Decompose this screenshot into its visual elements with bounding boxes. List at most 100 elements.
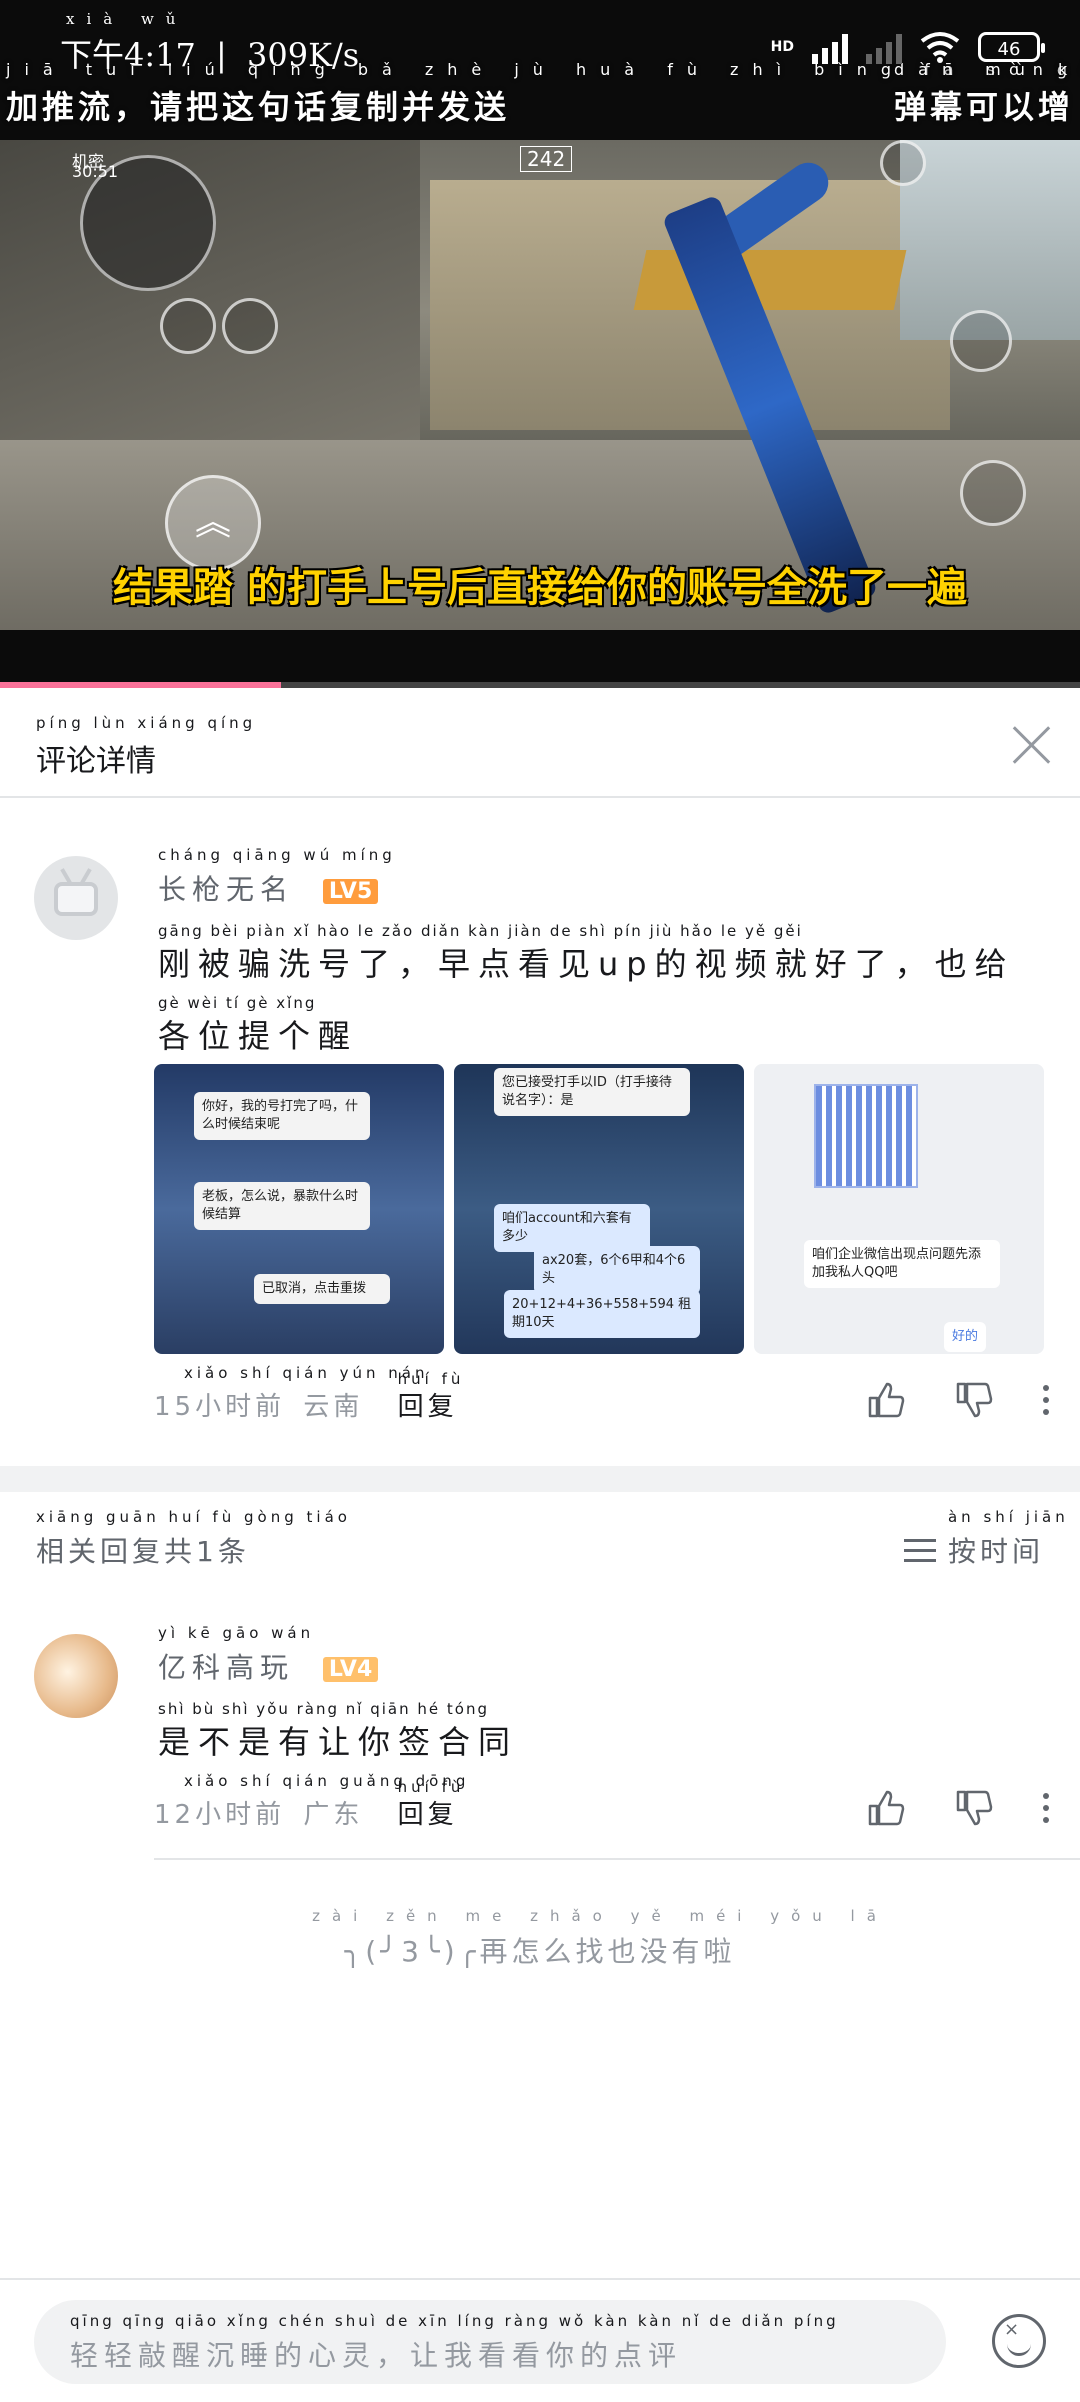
status-time-ruby: xià wǔ — [66, 10, 188, 28]
signal-icon — [812, 30, 848, 64]
video-player[interactable]: xià wǔ 下午4:17 | 309K/s HD 46 jiā tuī liú… — [0, 0, 1080, 688]
comment-time: 15小时前 — [154, 1392, 286, 1422]
end-note-text: ╮(╯3╰)╭再怎么找也没有啦 — [344, 1935, 736, 1968]
comment-location: 云南 — [303, 1392, 364, 1422]
comment-image[interactable]: 你好，我的号打完了吗，什么时候结束呢 老板，怎么说，暴款什么时候结算 已取消，点… — [154, 1064, 444, 1354]
comment-images: 你好，我的号打完了吗，什么时候结束呢 老板，怎么说，暴款什么时候结算 已取消，点… — [154, 1064, 1044, 1354]
content-ruby: gè wèi tí gè xǐng — [158, 994, 317, 1012]
network-speed: 309K/s — [247, 36, 360, 74]
meta-ruby: xiǎo shí qián yún nán — [184, 1364, 429, 1382]
level-badge: LV5 — [322, 878, 379, 904]
avatar[interactable] — [34, 856, 118, 940]
related-replies-bar: xiāng guān huí fù gòng tiáo 相关回复共1条 àn s… — [0, 1492, 1080, 1582]
reply-button[interactable]: huí fù 回复 — [397, 1778, 461, 1830]
sort-label: 按时间 — [947, 1535, 1044, 1568]
main-comment: cháng qiāng wú míng 长枪无名 LV5 gāng bèi pi… — [0, 796, 1080, 1466]
like-icon[interactable] — [866, 1788, 906, 1828]
comment-meta: xiǎo shí qián yún nán 15小时前 云南 huí fù 回复 — [154, 1364, 461, 1423]
content-ruby: shì bù shì yǒu ràng nǐ qiān hé tóng — [158, 1700, 489, 1718]
sort-icon — [903, 1538, 936, 1562]
page-title: píng lùn xiáng qíng 评论详情 — [36, 714, 252, 780]
hud-timer: 30:51 — [72, 162, 119, 181]
reply-label: 回复 — [397, 1800, 458, 1830]
comment-image[interactable]: 您已接受打手以ID（打手接待说名字）：是 咱们account和六套有多少 ax2… — [454, 1064, 744, 1354]
chat-line: 咱们account和六套有多少 — [494, 1204, 650, 1252]
end-note-ruby: zài zěn me zhǎo yě méi yǒu lā — [312, 1907, 888, 1925]
comment-location: 广东 — [303, 1800, 364, 1830]
reply-ruby: huí fù — [397, 1778, 465, 1796]
video-subtitle: 结果踏 的打手上号后直接给你的账号全洗了一遍 — [113, 565, 967, 611]
chat-line: 好的 — [944, 1322, 987, 1352]
username[interactable]: cháng qiāng wú míng 长枪无名 LV5 — [158, 846, 392, 908]
emoji-icon[interactable] — [992, 2314, 1046, 2368]
battery-icon: 46 — [978, 32, 1045, 62]
hud-button — [222, 298, 278, 354]
comment-meta: xiǎo shí qián guǎng dōng 12小时前 广东 huí fù… — [154, 1772, 465, 1831]
content-line: 是不是有让你签合同 — [158, 1723, 519, 1761]
hud-button — [950, 310, 1012, 372]
sort-ruby: àn shí jiān — [947, 1508, 1069, 1526]
dislike-icon[interactable] — [954, 1380, 994, 1420]
hud-button — [960, 460, 1026, 526]
comment-actions — [866, 1380, 1050, 1420]
content-line: 各位提个醒 — [158, 1017, 359, 1055]
dislike-icon[interactable] — [954, 1788, 994, 1828]
related-title-ruby: xiāng guān huí fù gòng tiáo — [36, 1508, 351, 1526]
signal-2-icon — [866, 30, 902, 64]
close-icon[interactable] — [1006, 720, 1056, 770]
related-title-text: 相关回复共1条 — [36, 1535, 250, 1568]
chat-line: 已取消，点击重拨 — [254, 1274, 390, 1304]
level-badge: LV4 — [322, 1656, 379, 1682]
clock: 下午4:17 — [60, 36, 196, 74]
reply-button[interactable]: huí fù 回复 — [397, 1370, 461, 1422]
hud-button — [160, 298, 216, 354]
comment-detail-header: píng lùn xiáng qíng 评论详情 — [0, 688, 1080, 798]
chat-line: 老板，怎么说，暴款什么时候结算 — [194, 1182, 370, 1230]
comment-content: gāng bèi piàn xǐ hào le zǎo diǎn kàn jià… — [158, 924, 1018, 1056]
chat-line: 你好，我的号打完了吗，什么时候结束呢 — [194, 1092, 370, 1140]
comment-input-bar: qīng qīng qiāo xǐng chén shuì de xīn lín… — [0, 2278, 1080, 2402]
username-ruby: yì kē gāo wán — [158, 1624, 315, 1642]
comment-actions — [866, 1788, 1050, 1828]
chat-line: 20+12+4+36+558+594 租期10天 — [504, 1290, 700, 1338]
jump-icon: ︽ — [165, 475, 261, 571]
placeholder-text: 轻轻敲醒沉睡的心灵，让我看看你的点评 — [70, 2339, 683, 2372]
related-title: xiāng guān huí fù gòng tiáo 相关回复共1条 — [36, 1508, 347, 1570]
network-type: HD — [770, 39, 794, 55]
username[interactable]: yì kē gāo wán 亿科高玩 LV4 — [158, 1624, 379, 1686]
page-title-ruby: píng lùn xiáng qíng — [36, 714, 257, 732]
reply-label: 回复 — [397, 1392, 458, 1422]
username-ruby: cháng qiāng wú míng — [158, 846, 396, 864]
comment-input-placeholder: qīng qīng qiāo xǐng chén shuì de xīn lín… — [70, 2312, 836, 2374]
hud-button — [880, 140, 926, 186]
avatar[interactable] — [34, 1634, 118, 1718]
section-divider — [0, 1466, 1080, 1492]
wifi-icon — [920, 32, 960, 63]
sort-by-time-button[interactable]: àn shí jiān 按时间 — [903, 1508, 1065, 1570]
like-icon[interactable] — [866, 1380, 906, 1420]
comment-time: 12小时前 — [154, 1800, 286, 1830]
reply-comment: yì kē gāo wán 亿科高玩 LV4 shì bù shì yǒu rà… — [0, 1582, 1080, 1858]
chat-line: 咱们企业微信出现点问题先添加我私人QQ吧 — [804, 1240, 1000, 1288]
content-ruby: gāng bèi piàn xǐ hào le zǎo diǎn kàn jià… — [158, 922, 803, 940]
status-icons: HD 46 — [770, 30, 1045, 64]
placeholder-ruby: qīng qīng qiāo xǐng chén shuì de xīn lín… — [70, 2312, 839, 2330]
username-text: 长枪无名 — [158, 873, 295, 906]
comment-content: shì bù shì yǒu ràng nǐ qiān hé tóng 是不是有… — [158, 1702, 1018, 1762]
more-icon[interactable] — [1042, 1385, 1050, 1415]
page-title-text: 评论详情 — [36, 744, 156, 779]
content-line: 刚被骗洗号了，早点看见up的视频就好了，也给 — [158, 945, 1015, 983]
chat-line: ax20套，6个6甲和4个6头 — [534, 1246, 700, 1294]
qr-code — [814, 1084, 918, 1188]
battery-level: 46 — [997, 39, 1021, 60]
reply-ruby: huí fù — [397, 1370, 465, 1388]
chat-line: 您已接受打手以ID（打手接待说名字）：是 — [494, 1068, 690, 1116]
status-bar: xià wǔ 下午4:17 | 309K/s HD 46 — [0, 0, 1080, 100]
comment-input[interactable]: qīng qīng qiāo xǐng chén shuì de xīn lín… — [34, 2300, 946, 2384]
reply-divider — [154, 1858, 1080, 1860]
username-text: 亿科高玩 — [158, 1651, 295, 1684]
end-of-list-note: zài zěn me zhǎo yě méi yǒu lā ╮(╯3╰)╭再怎么… — [0, 1908, 1080, 1970]
more-icon[interactable] — [1042, 1793, 1050, 1823]
comment-image[interactable]: 咱们企业微信出现点问题先添加我私人QQ吧 好的 — [754, 1064, 1044, 1354]
status-time: xià wǔ 下午4:17 | 309K/s — [60, 10, 360, 74]
